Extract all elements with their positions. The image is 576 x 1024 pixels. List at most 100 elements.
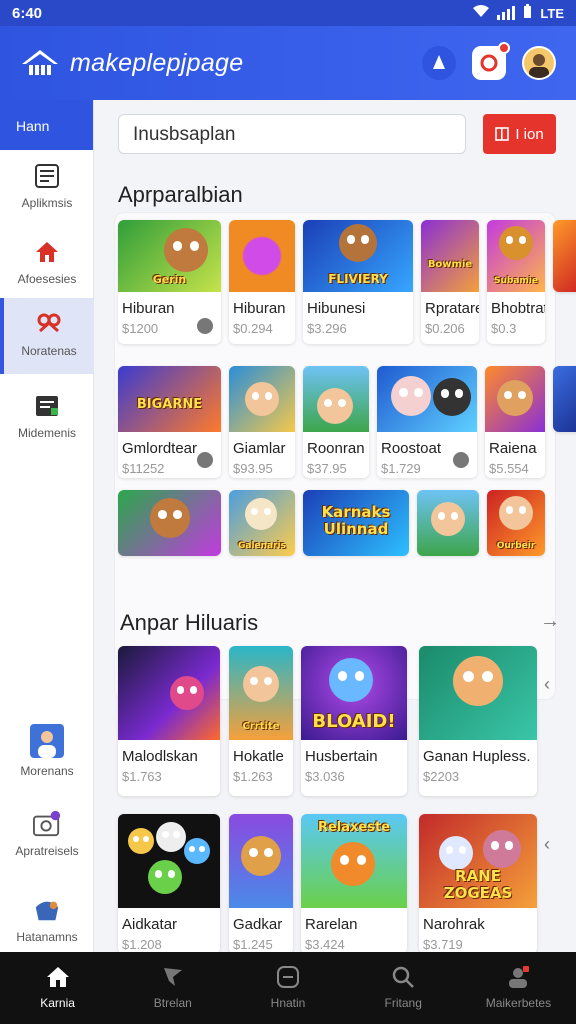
- sidebar-item-label: Afoesesies: [17, 272, 77, 286]
- bottom-nav: Karnia Btrelan Hnatin Fritang Maikerbete…: [0, 952, 576, 1024]
- app-price: $1.263: [233, 769, 273, 784]
- app-price: $0.206: [425, 321, 465, 336]
- app-name: Narohrak: [423, 916, 485, 933]
- search-input[interactable]: Inusbsaplan: [118, 114, 466, 154]
- app-card[interactable]: Subamie Bhobtrat $0.3: [487, 220, 545, 344]
- arrow-right-icon[interactable]: →: [540, 610, 560, 633]
- sidebar-item-label: Aplikmsis: [21, 196, 73, 210]
- sidebar-item-apps[interactable]: Aplikmsis: [0, 150, 94, 226]
- chevron-left-icon[interactable]: ‹: [544, 674, 550, 695]
- app-thumbnail: FLIVIERY: [303, 220, 413, 292]
- app-thumbnail: [118, 646, 220, 740]
- nav-item-home[interactable]: Karnia: [0, 952, 115, 1024]
- app-card[interactable]: Raiena $5.554: [485, 366, 545, 478]
- app-thumbnail: [229, 366, 295, 432]
- app-name: Rarelan: [305, 916, 358, 933]
- app-card-partial[interactable]: [553, 220, 576, 292]
- app-card[interactable]: Giamlar $93.95: [229, 366, 295, 478]
- nav-item-profile[interactable]: Maikerbetes: [461, 952, 576, 1024]
- app-name: Giamlar: [233, 440, 286, 457]
- download-icon: [197, 318, 213, 334]
- app-thumbnail: [229, 220, 295, 292]
- cart-badge-icon: [480, 54, 498, 72]
- messages-button[interactable]: [472, 42, 510, 80]
- sidebar-item-label: Midemenis: [17, 426, 77, 440]
- app-price: $0.3: [491, 321, 517, 336]
- app-name: Malodlskan: [122, 748, 198, 765]
- app-card[interactable]: [417, 490, 479, 556]
- featured-card[interactable]: RANE ZOGEAS Narohrak $3.719: [419, 814, 537, 952]
- sidebar-item-games[interactable]: Noratenas: [0, 298, 94, 374]
- app-logo-icon: [22, 50, 58, 75]
- sidebar-item-profile[interactable]: Morenans: [0, 712, 94, 788]
- chevron-left-icon[interactable]: ‹: [544, 834, 550, 855]
- app-name: Roonran: [307, 440, 365, 457]
- app-card-partial[interactable]: [553, 366, 576, 432]
- app-price: $1.208: [122, 937, 162, 952]
- profile-icon: [505, 964, 531, 990]
- nav-item-search[interactable]: Fritang: [346, 952, 461, 1024]
- nav-item-tablet[interactable]: Hnatin: [230, 952, 345, 1024]
- app-price: $0.294: [233, 321, 273, 336]
- shop-icon: [33, 896, 61, 924]
- app-price: $93.95: [233, 461, 273, 476]
- sidebar-header[interactable]: Hann: [0, 100, 93, 150]
- app-thumbnail: [377, 366, 477, 432]
- app-name: Hiburan: [122, 300, 175, 317]
- app-card[interactable]: Bowmie Rpratare $0.206: [421, 220, 479, 344]
- home-icon: [33, 238, 61, 266]
- app-card[interactable]: Roonran $37.95: [303, 366, 369, 478]
- app-thumbnail: RANE ZOGEAS: [419, 814, 537, 908]
- featured-card[interactable]: Relaxeste Rarelan $3.424: [301, 814, 407, 952]
- app-name: Ganan Hupless.: [423, 748, 531, 765]
- app-price: $3.296: [307, 321, 347, 336]
- status-bar: 6:40 LTE: [0, 0, 576, 26]
- app-card[interactable]: Roostoat $1.729: [377, 366, 477, 478]
- sidebar-item-camera[interactable]: Apratreisels: [0, 798, 94, 874]
- apps-icon: [33, 162, 61, 190]
- featured-card[interactable]: Gadkar $1.245: [229, 814, 293, 952]
- sidebar-item-label: Apratreisels: [15, 844, 79, 858]
- app-card[interactable]: BIGARNE Gmlordtear $11252: [118, 366, 221, 478]
- battery-icon: [523, 4, 532, 22]
- sidebar: Hann Aplikmsis Afoesesies Noratenas Mide…: [0, 100, 94, 952]
- app-thumbnail: [229, 814, 293, 908]
- app-card[interactable]: [118, 490, 221, 556]
- avatar[interactable]: [522, 46, 556, 80]
- app-thumbnail: Subamie: [487, 220, 545, 292]
- app-card[interactable]: Karnaks Ulinnad: [303, 490, 409, 556]
- nav-item-battle[interactable]: Btrelan: [115, 952, 230, 1024]
- sidebar-item-documents[interactable]: Midemenis: [0, 380, 94, 456]
- status-time: 6:40: [12, 4, 43, 22]
- app-card[interactable]: Hiburan $0.294: [229, 220, 295, 344]
- app-name: Hokatle: [233, 748, 284, 765]
- app-card[interactable]: Ourbeir: [487, 490, 545, 556]
- app-thumbnail: [419, 646, 537, 740]
- sidebar-item-label: Noratenas: [21, 344, 77, 358]
- badge-dot: [498, 42, 510, 54]
- search-button[interactable]: I ion: [483, 114, 556, 154]
- network-type: LTE: [540, 5, 564, 21]
- sword-icon: [160, 964, 186, 990]
- sail-icon: [433, 55, 445, 69]
- featured-card[interactable]: Malodlskan $1.763: [118, 646, 220, 796]
- app-price: $1.245: [233, 937, 273, 952]
- app-thumbnail: BIGARNE: [118, 366, 221, 432]
- app-price: $1.763: [122, 769, 162, 784]
- app-card[interactable]: FLIVIERY Hibunesi $3.296: [303, 220, 413, 344]
- notification-button[interactable]: [422, 46, 456, 80]
- sidebar-item-home[interactable]: Afoesesies: [0, 226, 94, 302]
- app-thumbnail: [303, 366, 369, 432]
- app-card[interactable]: Gerin Hiburan $1200: [118, 220, 221, 344]
- featured-card[interactable]: Crrtite Hokatle $1.263: [229, 646, 293, 796]
- sidebar-item-label: Hatanamns: [16, 930, 78, 944]
- app-price: $3.719: [423, 937, 463, 952]
- section-title-apps: Aprparalbian: [118, 182, 243, 207]
- featured-card[interactable]: Ganan Hupless. $2203: [419, 646, 537, 796]
- sidebar-item-label: Morenans: [20, 764, 74, 778]
- app-card[interactable]: Galenaris: [229, 490, 295, 556]
- sidebar-item-shop[interactable]: Hatanamns: [0, 884, 94, 960]
- app-price: $5.554: [489, 461, 529, 476]
- featured-card[interactable]: BLOAID! Husbertain $3.036: [301, 646, 407, 796]
- featured-card[interactable]: Aidkatar $1.208: [118, 814, 220, 952]
